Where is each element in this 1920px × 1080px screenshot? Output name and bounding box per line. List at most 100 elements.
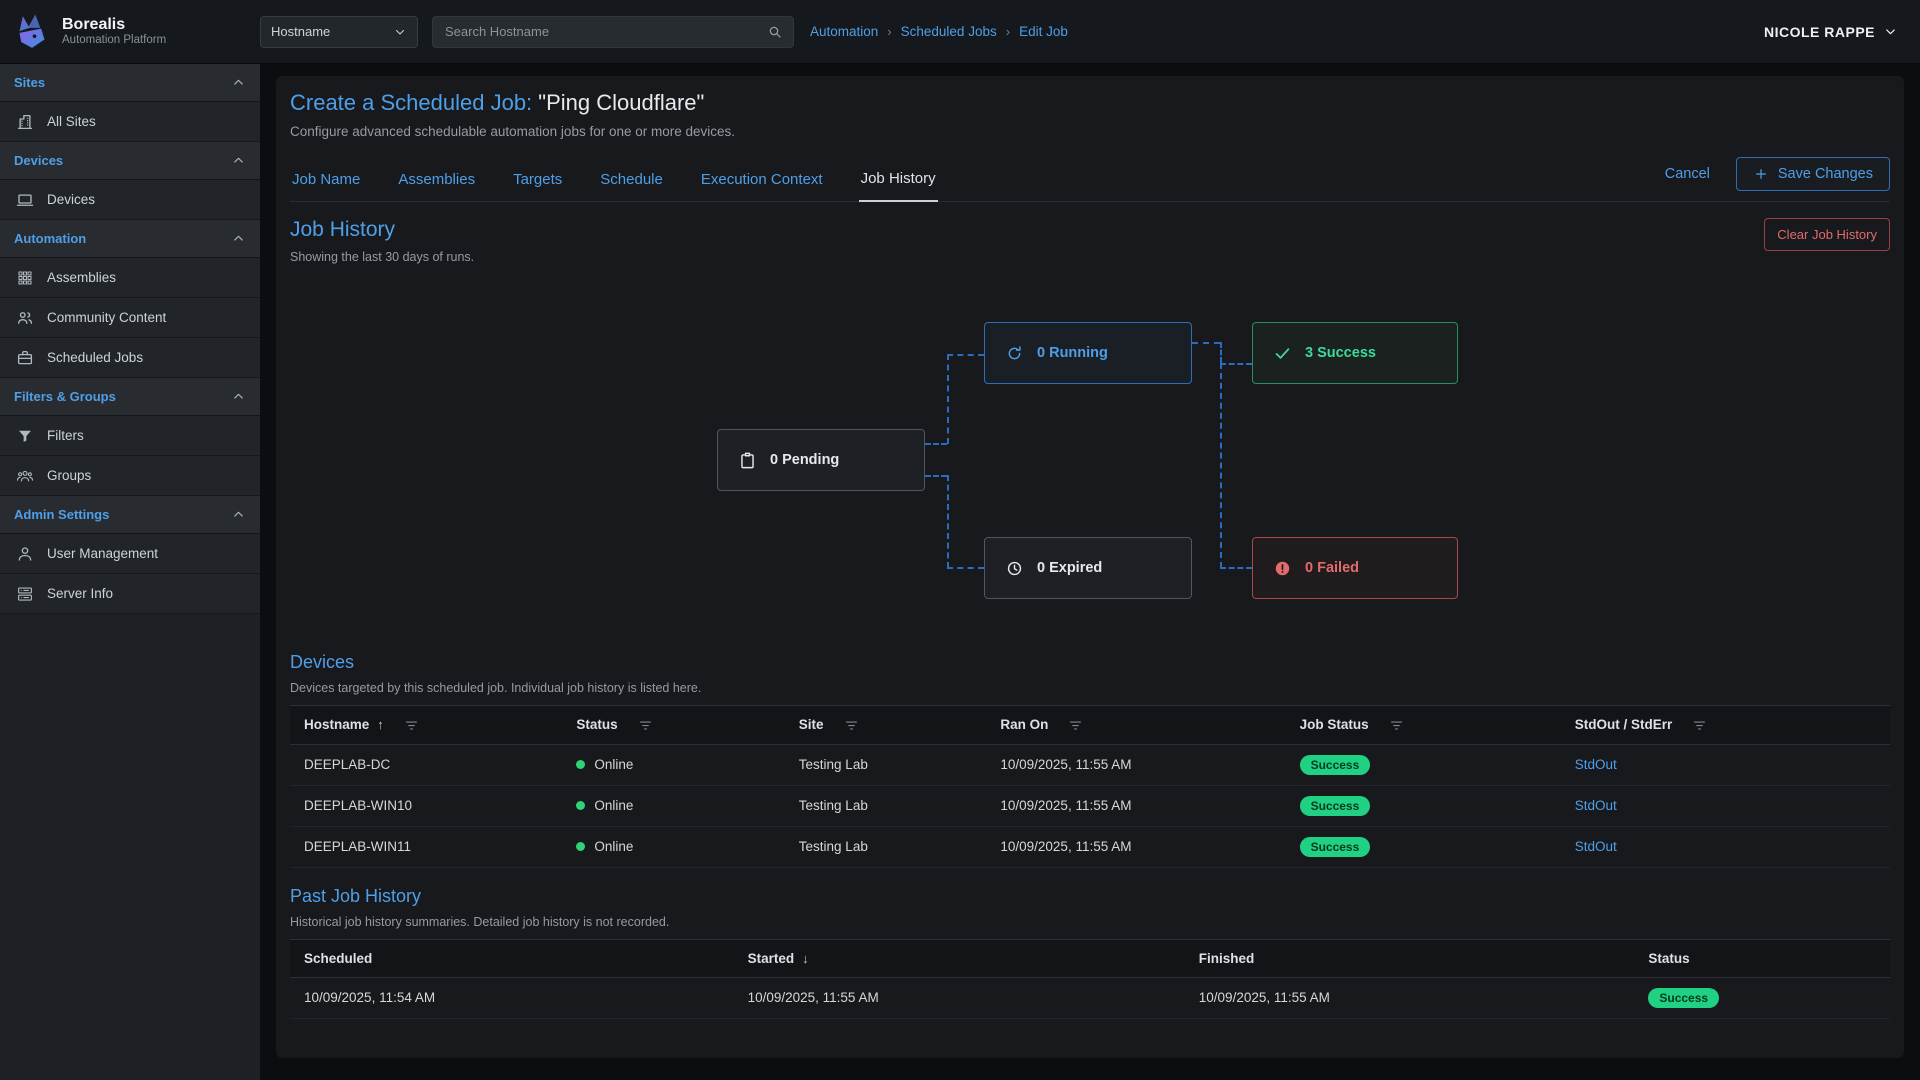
search-icon[interactable] <box>767 24 783 40</box>
online-status-dot <box>576 760 585 769</box>
job-status-cell: Success <box>1292 785 1567 826</box>
sidebar-item-all-sites[interactable]: All Sites <box>0 102 260 142</box>
flow-node-pending[interactable]: 0 Pending <box>717 429 925 491</box>
filter-list-icon[interactable] <box>638 718 653 733</box>
user-name: NICOLE RAPPE <box>1764 24 1875 40</box>
job-history-header: Job History Showing the last 30 days of … <box>290 218 1890 264</box>
search-input[interactable] <box>443 23 767 40</box>
sidebar-section-sites[interactable]: Sites <box>0 64 260 102</box>
filter-list-icon[interactable] <box>844 718 859 733</box>
column-header-hostname[interactable]: Hostname↑ <box>290 706 568 745</box>
sidebar-item-scheduled-jobs[interactable]: Scheduled Jobs <box>0 338 260 378</box>
job-status-flow-diagram: 0 Pending 0 Running 3 Success 0 Expired <box>290 270 1890 630</box>
ran-on-cell: 10/09/2025, 11:55 AM <box>992 826 1291 867</box>
user-menu[interactable]: NICOLE RAPPE <box>1764 24 1920 40</box>
device-row: DEEPLAB-WIN11 Online Testing Lab 10/09/2… <box>290 826 1890 867</box>
tab-job-history[interactable]: Job History <box>859 164 938 202</box>
sidebar-item-devices[interactable]: Devices <box>0 180 260 220</box>
stdout-link[interactable]: StdOut <box>1575 757 1617 772</box>
column-header-job-status[interactable]: Job Status <box>1292 706 1567 745</box>
briefcase-icon <box>16 349 34 367</box>
column-header-stdout-stderr[interactable]: StdOut / StdErr <box>1567 706 1890 745</box>
tab-execution-context[interactable]: Execution Context <box>699 165 825 201</box>
flow-node-expired[interactable]: 0 Expired <box>984 537 1192 599</box>
save-changes-button[interactable]: Save Changes <box>1736 157 1890 191</box>
status-cell: Online <box>568 826 790 867</box>
clear-job-history-button[interactable]: Clear Job History <box>1764 218 1890 251</box>
sidebar-section-label: Admin Settings <box>14 507 109 522</box>
sidebar-item-server-info[interactable]: Server Info <box>0 574 260 614</box>
ran-on-cell: 10/09/2025, 11:55 AM <box>992 744 1291 785</box>
column-header-status[interactable]: Status <box>1640 939 1890 977</box>
site-cell: Testing Lab <box>791 744 993 785</box>
sidebar-item-community-content[interactable]: Community Content <box>0 298 260 338</box>
flow-node-label: 3 Success <box>1305 345 1376 361</box>
flow-node-failed[interactable]: 0 Failed <box>1252 537 1458 599</box>
status-badge: Success <box>1300 837 1371 857</box>
sort-desc-icon: ↓ <box>802 951 809 966</box>
breadcrumb-edit-job[interactable]: Edit Job <box>1019 24 1068 39</box>
column-header-scheduled[interactable]: Scheduled <box>290 939 740 977</box>
clock-icon <box>1005 559 1024 578</box>
flow-node-label: 0 Expired <box>1037 560 1102 576</box>
flow-node-success[interactable]: 3 Success <box>1252 322 1458 384</box>
flow-node-running[interactable]: 0 Running <box>984 322 1192 384</box>
sidebar-item-filters[interactable]: Filters <box>0 416 260 456</box>
connector-line <box>925 475 947 477</box>
stdout-link[interactable]: StdOut <box>1575 839 1617 854</box>
check-icon <box>1273 344 1292 363</box>
stdout-link[interactable]: StdOut <box>1575 798 1617 813</box>
plus-icon <box>1753 166 1769 182</box>
sidebar-section-devices[interactable]: Devices <box>0 142 260 180</box>
tab-targets[interactable]: Targets <box>511 165 564 201</box>
job-history-heading: Job History <box>290 218 474 242</box>
device-row: DEEPLAB-DC Online Testing Lab 10/09/2025… <box>290 744 1890 785</box>
breadcrumb-scheduled-jobs[interactable]: Scheduled Jobs <box>901 24 997 39</box>
past-job-history-heading: Past Job History <box>290 886 1890 907</box>
hostname-select[interactable]: Hostname <box>260 16 418 48</box>
brand-home[interactable]: Borealis Automation Platform <box>0 12 260 52</box>
chevron-up-icon <box>231 153 246 168</box>
cancel-button[interactable]: Cancel <box>1665 166 1710 182</box>
tab-job-name[interactable]: Job Name <box>290 165 362 201</box>
sidebar-item-assemblies[interactable]: Assemblies <box>0 258 260 298</box>
borealis-logo-icon <box>12 12 52 52</box>
column-header-started[interactable]: Started↓ <box>740 939 1191 977</box>
sidebar-item-label: Server Info <box>47 586 113 601</box>
filter-list-icon[interactable] <box>404 718 419 733</box>
tab-schedule[interactable]: Schedule <box>598 165 665 201</box>
clipboard-icon <box>738 451 757 470</box>
breadcrumb-separator: › <box>1006 24 1010 39</box>
job-history-description: Showing the last 30 days of runs. <box>290 250 474 264</box>
stdout-cell: StdOut <box>1567 785 1890 826</box>
breadcrumb-automation[interactable]: Automation <box>810 24 878 39</box>
sidebar-item-label: All Sites <box>47 114 96 129</box>
column-header-site[interactable]: Site <box>791 706 993 745</box>
connector-line <box>1220 567 1252 569</box>
chevron-down-icon <box>1883 24 1898 39</box>
sidebar-item-groups[interactable]: Groups <box>0 456 260 496</box>
column-header-finished[interactable]: Finished <box>1191 939 1641 977</box>
ran-on-cell: 10/09/2025, 11:55 AM <box>992 785 1291 826</box>
column-header-ran-on[interactable]: Ran On <box>992 706 1291 745</box>
sidebar-item-label: Scheduled Jobs <box>47 350 143 365</box>
funnel-icon <box>16 427 34 445</box>
status-cell: Online <box>568 785 790 826</box>
sidebar-section-filters-groups[interactable]: Filters & Groups <box>0 378 260 416</box>
status-badge: Success <box>1300 755 1371 775</box>
hostname-cell: DEEPLAB-WIN10 <box>290 785 568 826</box>
sidebar-item-user-management[interactable]: User Management <box>0 534 260 574</box>
connector-line <box>925 443 947 445</box>
sidebar-section-admin-settings[interactable]: Admin Settings <box>0 496 260 534</box>
filter-list-icon[interactable] <box>1389 718 1404 733</box>
filter-list-icon[interactable] <box>1692 718 1707 733</box>
filter-list-icon[interactable] <box>1068 718 1083 733</box>
tab-assemblies[interactable]: Assemblies <box>396 165 477 201</box>
tabs-actions: Cancel Save Changes <box>1665 157 1890 201</box>
connector-line <box>947 475 949 568</box>
status-cell: Success <box>1640 977 1890 1018</box>
column-header-status[interactable]: Status <box>568 706 790 745</box>
hostname-cell: DEEPLAB-DC <box>290 744 568 785</box>
sidebar-section-automation[interactable]: Automation <box>0 220 260 258</box>
tabs: Job Name Assemblies Targets Schedule Exe… <box>290 157 938 201</box>
